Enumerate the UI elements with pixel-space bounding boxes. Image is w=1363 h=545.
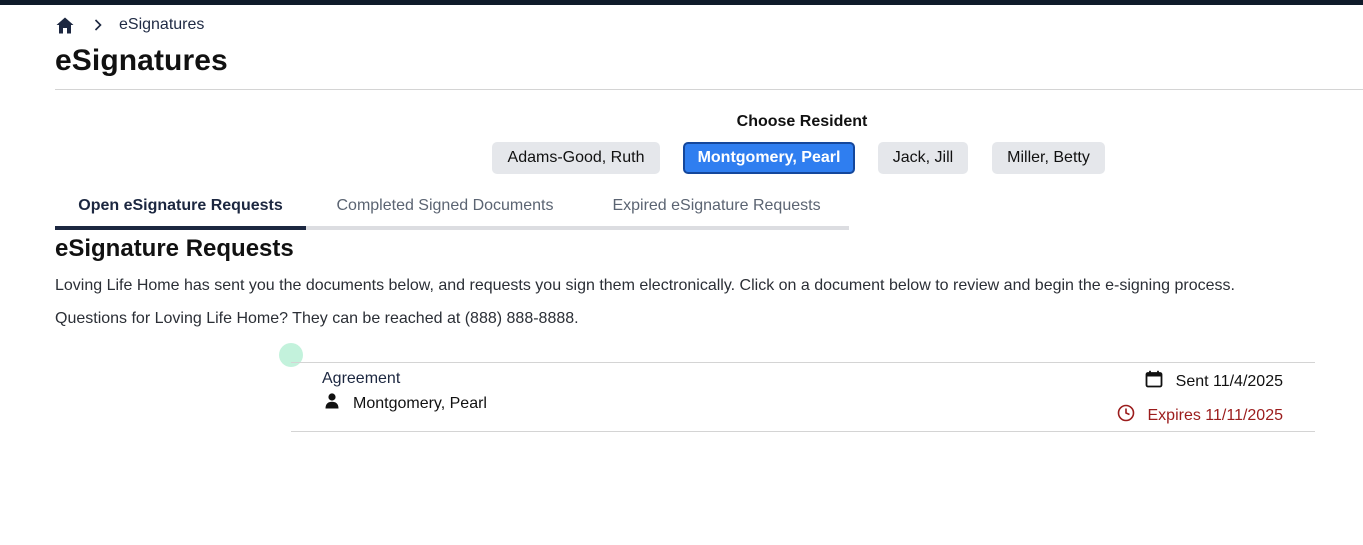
document-name: Agreement [322, 370, 401, 387]
section-title: eSignature Requests [55, 235, 294, 262]
resident-button-montgomery-pearl[interactable]: Montgomery, Pearl [683, 142, 855, 174]
tab-completed-documents[interactable]: Completed Signed Documents [306, 191, 584, 230]
resident-button-jack-jill[interactable]: Jack, Jill [878, 142, 968, 174]
tab-open-requests[interactable]: Open eSignature Requests [55, 191, 306, 230]
sent-date: Sent 11/4/2025 [1145, 370, 1283, 393]
chevron-right-icon [92, 19, 104, 31]
request-tabs: Open eSignature Requests Completed Signe… [55, 191, 849, 230]
expiry-date: Expires 11/11/2025 [1117, 404, 1284, 427]
breadcrumb-current: eSignatures [119, 16, 205, 33]
clock-icon [1117, 404, 1135, 427]
tab-expired-requests[interactable]: Expired eSignature Requests [584, 191, 849, 230]
divider [55, 89, 1363, 90]
document-resident: Montgomery, Pearl [325, 393, 487, 414]
contact-info: Questions for Loving Life Home? They can… [55, 310, 579, 327]
expiry-text: Expires 11/11/2025 [1147, 406, 1284, 424]
resident-name: Montgomery, Pearl [353, 394, 487, 412]
top-bar [0, 0, 1363, 5]
resident-button-adams-good-ruth[interactable]: Adams-Good, Ruth [492, 142, 660, 174]
requests-description: Loving Life Home has sent you the docume… [55, 277, 1235, 294]
resident-button-miller-betty[interactable]: Miller, Betty [992, 142, 1105, 174]
calendar-icon [1145, 370, 1163, 393]
sent-text: Sent 11/4/2025 [1175, 372, 1283, 390]
person-icon [325, 393, 339, 414]
breadcrumb: eSignatures [55, 14, 204, 36]
choose-resident-label: Choose Resident [736, 113, 868, 130]
home-icon[interactable] [55, 15, 75, 35]
document-row[interactable]: Agreement Montgomery, Pearl Sent 11/4/20… [291, 362, 1315, 432]
page-title: eSignatures [55, 44, 228, 77]
